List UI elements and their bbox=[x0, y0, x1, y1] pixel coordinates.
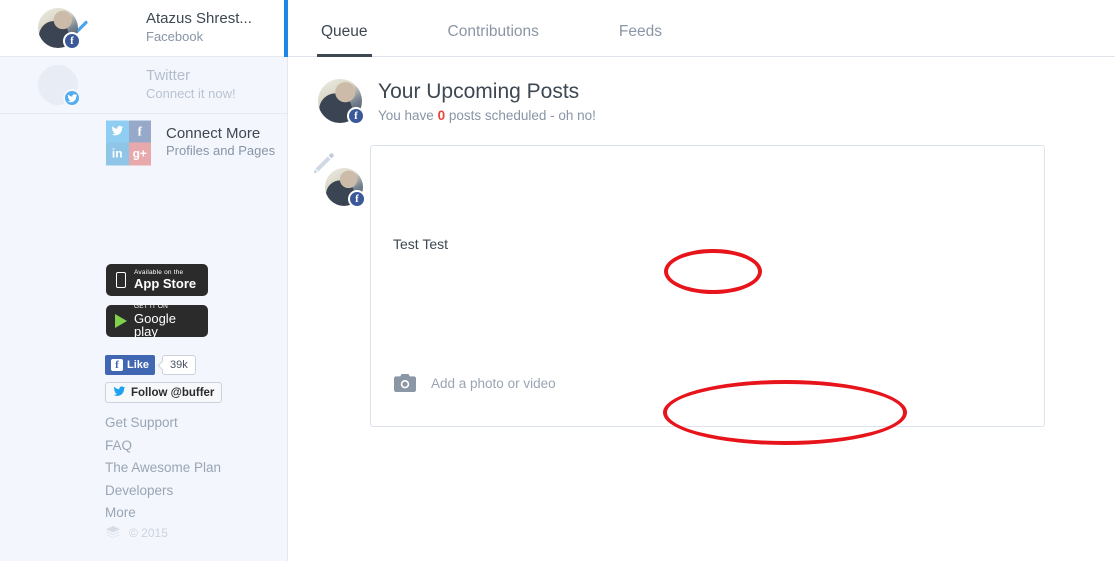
buffer-logo bbox=[105, 525, 121, 541]
avatar: f bbox=[38, 8, 81, 50]
connect-more-texts: Connect More Profiles and Pages bbox=[166, 125, 275, 161]
linkedin-icon: in bbox=[106, 142, 129, 165]
scheduled-posts-count: 0 bbox=[437, 108, 446, 124]
page-title: Your Upcoming Posts bbox=[378, 80, 580, 103]
page-header: f Your Upcoming Posts You have 0 posts s… bbox=[288, 57, 1115, 126]
facebook-icon: f bbox=[347, 107, 365, 126]
facebook-like-label: Like bbox=[127, 359, 150, 371]
camera-icon bbox=[393, 374, 417, 393]
facebook-icon: f bbox=[111, 359, 123, 371]
sidebar-profile-network: Connect it now! bbox=[146, 85, 236, 101]
social-buttons: f Like 39k Follow @buffer bbox=[105, 355, 223, 403]
sidebar-profile-name: Atazus Shrest... bbox=[146, 10, 252, 28]
tab-queue[interactable]: Queue bbox=[317, 23, 372, 57]
sidebar-profile-facebook[interactable]: f Atazus Shrest... Facebook bbox=[0, 0, 288, 57]
facebook-icon: f bbox=[63, 32, 81, 50]
sidebar-footer: © 2015 bbox=[105, 525, 168, 541]
page-subtitle-prefix: You have bbox=[378, 108, 438, 124]
twitter-icon bbox=[106, 120, 129, 143]
sidebar-profile-texts: Atazus Shrest... Facebook bbox=[146, 10, 252, 46]
sidebar-profile-texts: Twitter Connect it now! bbox=[146, 67, 236, 103]
page-subtitle: You have 0 posts scheduled - oh no! bbox=[378, 108, 596, 123]
sidebar-profile-network: Facebook bbox=[146, 28, 204, 44]
facebook-icon: f bbox=[348, 190, 366, 209]
sidebar-profile-twitter[interactable]: Twitter Connect it now! bbox=[0, 57, 287, 114]
app-store-badge[interactable]: Available on the App Store bbox=[106, 264, 208, 296]
facebook-like-button[interactable]: f Like bbox=[105, 355, 156, 375]
sidebar-link-get-support[interactable]: Get Support bbox=[105, 412, 221, 435]
add-photo-label: Add a photo or video bbox=[431, 375, 556, 391]
twitter-follow-button[interactable]: Follow @buffer bbox=[105, 382, 223, 403]
facebook-icon: f bbox=[128, 120, 151, 143]
left-sidebar: f Atazus Shrest... Facebook Twitter Conn… bbox=[0, 0, 288, 561]
sidebar-link-more[interactable]: More bbox=[105, 502, 221, 525]
app-store-badge-big: App Store bbox=[134, 276, 197, 292]
connect-more-title: Connect More bbox=[166, 124, 261, 142]
avatar: f bbox=[318, 79, 365, 126]
sidebar-links: Get Support FAQ The Awesome Plan Develop… bbox=[105, 412, 221, 525]
sidebar-link-faq[interactable]: FAQ bbox=[105, 435, 221, 458]
page-header-texts: Your Upcoming Posts You have 0 posts sch… bbox=[378, 79, 596, 123]
add-photo-row[interactable]: Add a photo or video bbox=[393, 374, 556, 393]
google-play-badge[interactable]: GET IT ON Google play bbox=[106, 304, 208, 338]
sidebar-link-developers[interactable]: Developers bbox=[105, 480, 221, 503]
google-play-badge-big: Google play bbox=[134, 310, 176, 339]
composer-area: f Test Test Add a photo or video bbox=[288, 145, 1115, 428]
main-content: Queue Contributions Feeds f Your Upcomin… bbox=[288, 0, 1115, 561]
avatar: f bbox=[325, 168, 366, 209]
tab-contributions[interactable]: Contributions bbox=[444, 23, 543, 56]
connect-more-subtitle: Profiles and Pages bbox=[166, 143, 276, 159]
tab-bar: Queue Contributions Feeds bbox=[288, 0, 1115, 57]
googleplus-icon: g+ bbox=[128, 142, 151, 165]
facebook-like-count: 39k bbox=[162, 355, 196, 375]
google-play-icon bbox=[112, 314, 130, 328]
iphone-icon bbox=[112, 272, 130, 288]
post-composer-card[interactable]: f Test Test Add a photo or video bbox=[325, 145, 1045, 428]
google-play-badge-small: GET IT ON bbox=[134, 303, 169, 311]
copyright-text: © 2015 bbox=[129, 526, 168, 540]
buffer-app-window: f Atazus Shrest... Facebook Twitter Conn… bbox=[0, 0, 1115, 561]
page-subtitle-suffix: posts scheduled - oh no! bbox=[445, 108, 596, 124]
store-badges: Available on the App Store GET IT ON Goo… bbox=[106, 264, 208, 346]
google-play-badge-text: GET IT ON Google play bbox=[134, 304, 202, 338]
twitter-icon bbox=[63, 89, 81, 107]
connect-more-icons: f in g+ bbox=[106, 120, 151, 165]
sidebar-profile-name: Twitter bbox=[146, 67, 191, 85]
facebook-like-row: f Like 39k bbox=[105, 355, 222, 375]
sidebar-connect-more[interactable]: f in g+ Connect More Profiles and Pages bbox=[0, 114, 287, 171]
post-text[interactable]: Test Test bbox=[393, 236, 448, 252]
app-store-badge-text: Available on the App Store bbox=[134, 269, 197, 292]
avatar bbox=[38, 65, 81, 107]
sidebar-link-the-awesome-plan[interactable]: The Awesome Plan bbox=[105, 457, 221, 480]
tab-feeds[interactable]: Feeds bbox=[615, 23, 666, 56]
twitter-follow-label: Follow @buffer bbox=[131, 386, 215, 399]
twitter-icon bbox=[113, 385, 126, 401]
